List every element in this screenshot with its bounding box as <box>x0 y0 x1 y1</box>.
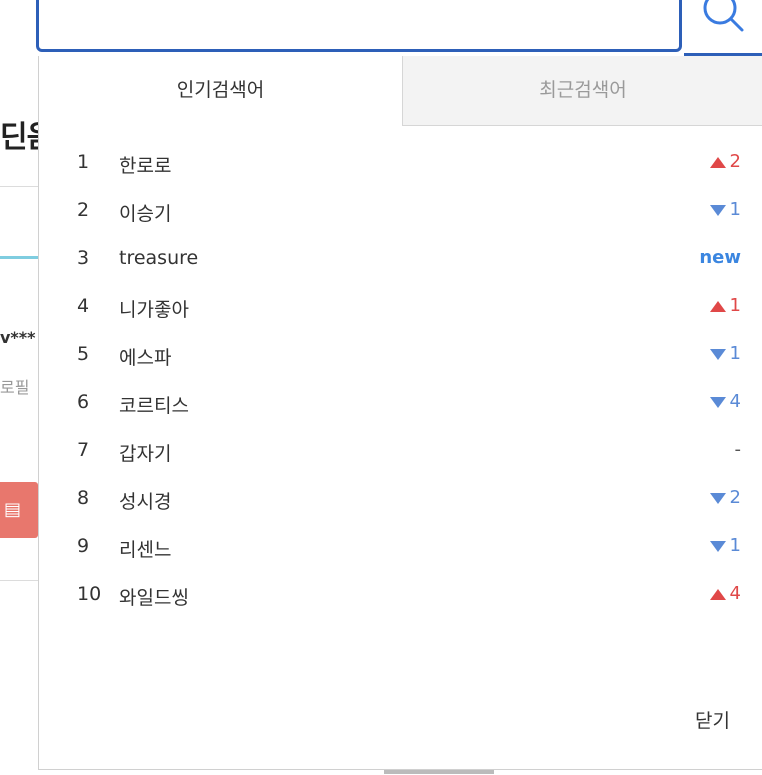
search-icon <box>703 0 744 32</box>
rank-change-value: 2 <box>729 151 741 172</box>
rank-change-indicator: - <box>735 439 742 460</box>
keyword-row[interactable]: 6 코르티스 4 <box>39 383 762 431</box>
keyword-rank: 3 <box>77 247 90 269</box>
rank-change-indicator: 1 <box>709 343 741 364</box>
arrow-up-icon <box>709 156 726 168</box>
keyword-link[interactable]: 한로로 <box>119 151 171 178</box>
search-suggestion-panel: 인기검색어 최근검색어 1 한로로 2 2 이승기 1 3 treasure new 4 니가좋아 1… <box>38 56 762 770</box>
arrow-down-icon <box>709 348 726 360</box>
keyword-rank: 1 <box>77 151 90 173</box>
rank-change-indicator: new <box>699 247 741 268</box>
rank-change-value: - <box>734 439 742 460</box>
rank-change-value: 1 <box>729 295 741 316</box>
keyword-link[interactable]: 리센느 <box>119 535 171 562</box>
keyword-row[interactable]: 2 이승기 1 <box>39 191 762 239</box>
keyword-row[interactable]: 5 에스파 1 <box>39 335 762 383</box>
rank-change-value: 4 <box>729 583 741 604</box>
search-field[interactable] <box>36 0 682 52</box>
keyword-rank: 10 <box>77 583 102 605</box>
divider <box>0 186 38 187</box>
keyword-row[interactable]: 8 성시경 2 <box>39 479 762 527</box>
keyword-row[interactable]: 1 한로로 2 <box>39 143 762 191</box>
rank-change-indicator: 1 <box>709 535 741 556</box>
keyword-link[interactable]: 니가좋아 <box>119 295 189 322</box>
tab-recent-keywords[interactable]: 최근검색어 <box>402 56 762 126</box>
coupon-button-fragment[interactable]: ▤ <box>0 482 38 538</box>
rank-change-value: new <box>699 247 741 268</box>
arrow-down-icon <box>709 540 726 552</box>
popular-keyword-list: 1 한로로 2 2 이승기 1 3 treasure new 4 니가좋아 1 5 에스파 1 6 코르티스 4 7… <box>39 143 762 623</box>
arrow-down-icon <box>709 396 726 408</box>
rank-change-indicator: 4 <box>709 391 741 412</box>
keyword-row[interactable]: 3 treasure new <box>39 239 762 287</box>
keyword-rank: 2 <box>77 199 90 221</box>
keyword-link[interactable]: 갑자기 <box>119 439 171 466</box>
rank-change-value: 4 <box>729 391 741 412</box>
keyword-rank: 8 <box>77 487 90 509</box>
rank-change-indicator: 2 <box>709 151 741 172</box>
keyword-row[interactable]: 9 리센느 1 <box>39 527 762 575</box>
rank-change-value: 1 <box>729 343 741 364</box>
tab-underline <box>0 256 38 259</box>
keyword-link[interactable]: 와일드씽 <box>119 583 189 610</box>
keyword-rank: 7 <box>77 439 90 461</box>
keyword-rank: 4 <box>77 295 90 317</box>
rank-change-indicator: 1 <box>709 199 741 220</box>
arrow-down-icon <box>709 492 726 504</box>
keyword-rank: 5 <box>77 343 90 365</box>
rank-change-value: 1 <box>729 199 741 220</box>
profile-link-fragment[interactable]: 로필 <box>0 374 29 398</box>
tab-popular-keywords[interactable]: 인기검색어 <box>39 56 402 126</box>
keyword-row[interactable]: 7 갑자기 - <box>39 431 762 479</box>
arrow-up-icon <box>709 588 726 600</box>
search-input[interactable] <box>39 0 679 49</box>
search-button[interactable] <box>684 0 762 56</box>
keyword-rank: 6 <box>77 391 90 413</box>
keyword-link[interactable]: 성시경 <box>119 487 171 514</box>
card-icon: ▤ <box>4 499 22 520</box>
keyword-link[interactable]: 코르티스 <box>119 391 189 418</box>
rank-change-value: 2 <box>729 487 741 508</box>
close-button[interactable]: 닫기 <box>695 706 730 733</box>
divider <box>0 580 38 581</box>
username-fragment: v*** <box>0 328 36 347</box>
arrow-up-icon <box>709 300 726 312</box>
rank-change-indicator: 1 <box>709 295 741 316</box>
rank-change-indicator: 4 <box>709 583 741 604</box>
keyword-rank: 9 <box>77 535 90 557</box>
keyword-row[interactable]: 4 니가좋아 1 <box>39 287 762 335</box>
keyword-link[interactable]: 이승기 <box>119 199 171 226</box>
keyword-row[interactable]: 10 와일드씽 4 <box>39 575 762 623</box>
keyword-link[interactable]: 에스파 <box>119 343 171 370</box>
rank-change-indicator: 2 <box>709 487 741 508</box>
rank-change-value: 1 <box>729 535 741 556</box>
arrow-down-icon <box>709 204 726 216</box>
keyword-link[interactable]: treasure <box>119 247 198 269</box>
